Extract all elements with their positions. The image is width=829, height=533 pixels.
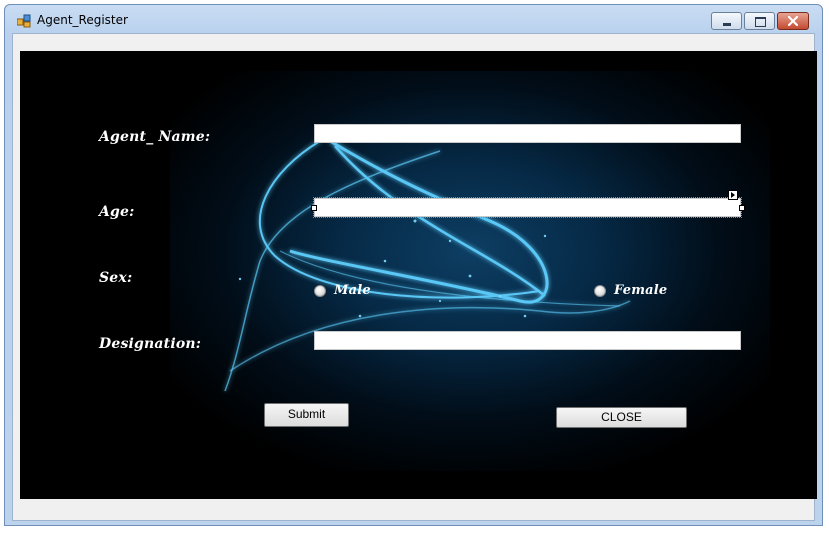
male-radio[interactable]: [314, 285, 326, 297]
agent-name-label: Agent_ Name:: [99, 129, 211, 145]
close-window-button[interactable]: [777, 12, 809, 30]
maximize-icon: [755, 17, 766, 27]
male-radio-label[interactable]: Male: [334, 283, 371, 298]
agent-name-input[interactable]: [314, 124, 741, 143]
designation-input[interactable]: [314, 331, 741, 350]
age-label: Age:: [99, 204, 135, 220]
submit-button[interactable]: Submit: [264, 403, 349, 427]
female-radio-label[interactable]: Female: [614, 283, 667, 298]
female-radio[interactable]: [594, 285, 606, 297]
app-window: Agent_Register Agent_ Name: Age: Sex: Ma…: [4, 4, 823, 526]
age-input[interactable]: [314, 198, 741, 217]
close-form-button[interactable]: CLOSE: [556, 407, 687, 428]
close-icon: [787, 15, 799, 27]
form-client-area: Agent_ Name: Age: Sex: Male Female Desig…: [12, 33, 817, 521]
minimize-button[interactable]: [711, 12, 742, 30]
sex-label: Sex:: [99, 270, 133, 286]
window-title: Agent_Register: [37, 13, 128, 27]
background-panel: Agent_ Name: Age: Sex: Male Female Desig…: [20, 51, 817, 499]
app-icon: [17, 14, 31, 28]
designation-label: Designation:: [99, 336, 202, 352]
minimize-icon: [723, 23, 731, 26]
light-swirl-background: [20, 51, 817, 499]
maximize-button[interactable]: [744, 12, 775, 30]
